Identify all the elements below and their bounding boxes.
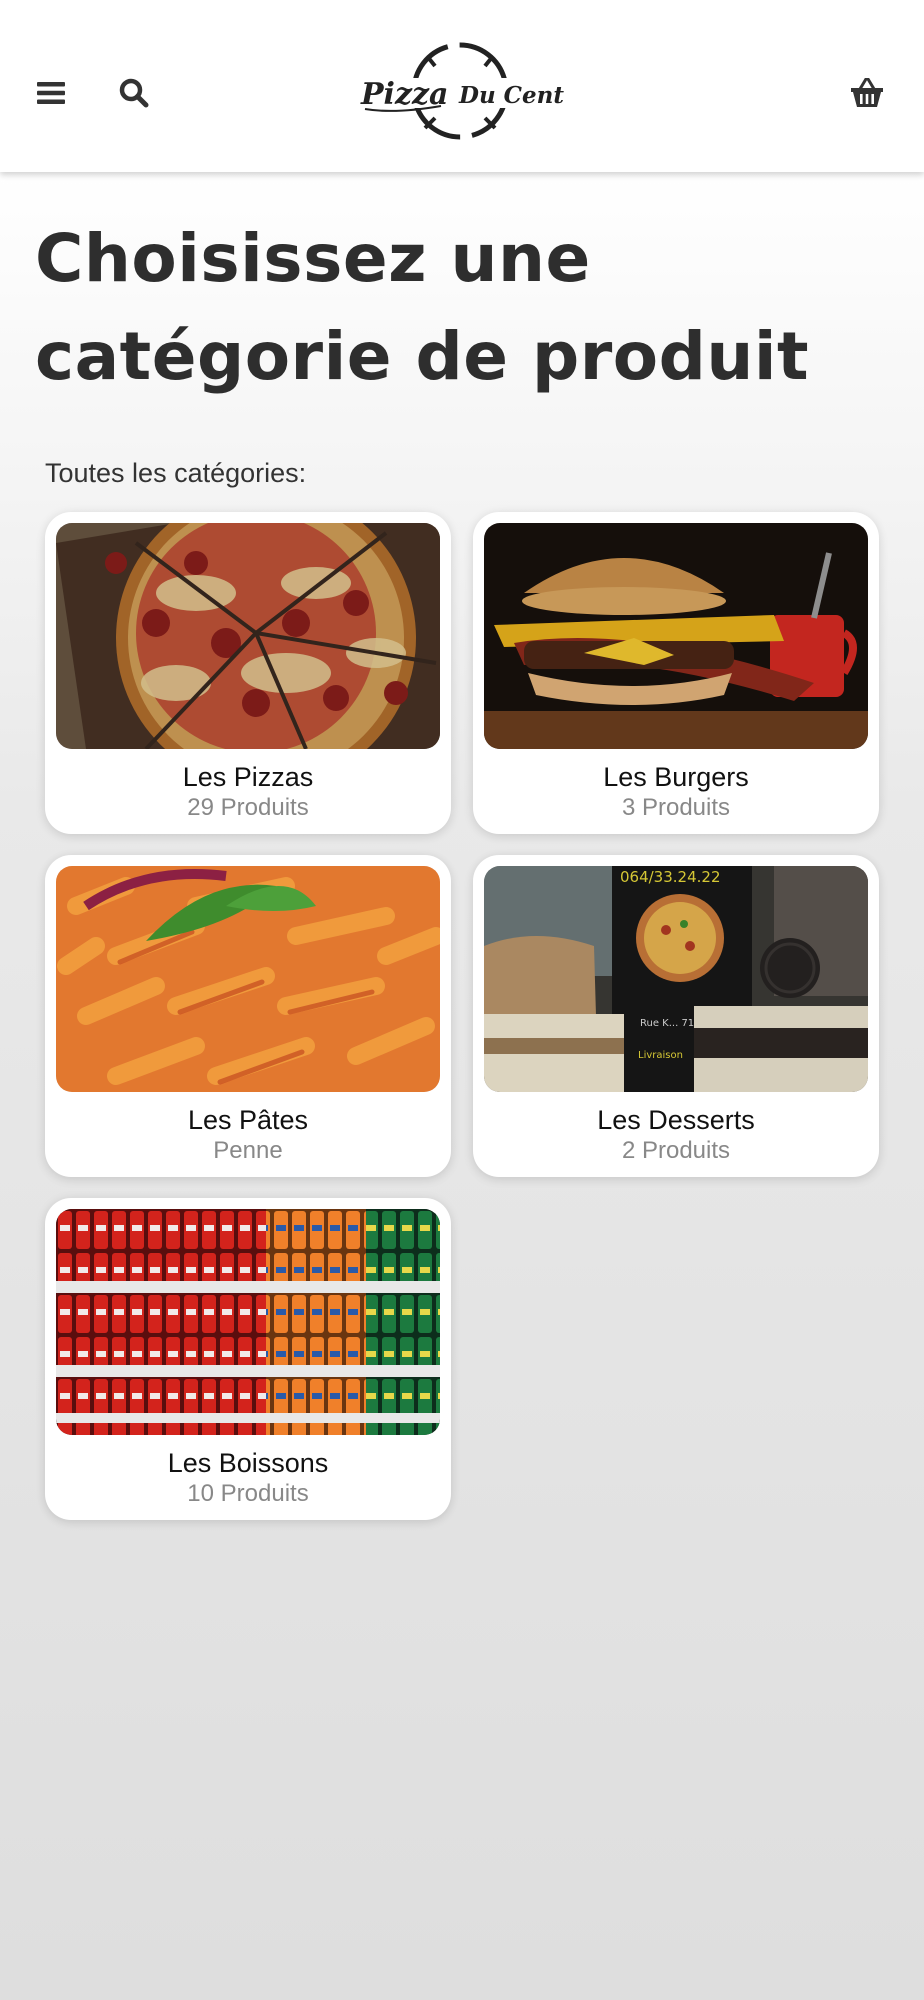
category-card-boissons[interactable]: Les Boissons 10 Produits (45, 1198, 451, 1520)
category-product-count: 2 Produits (621, 1137, 731, 1164)
section-label: Toutes les catégories: (45, 458, 307, 488)
svg-text:Du Centre: Du Centre (458, 82, 565, 109)
hamburger-menu-icon[interactable] (29, 71, 73, 115)
pizza-du-centre-logo[interactable]: Pizza Du Centre (355, 36, 591, 146)
dessert-photo: 064/33.24.22 Rue K... 7100 La L... Livra… (484, 866, 868, 1092)
category-title: Les Pâtes (187, 1105, 309, 1135)
app-header: Pizza Du Centre (0, 0, 924, 172)
drinks-photo (56, 1209, 440, 1435)
category-card-burgers[interactable]: Les Burgers 3 Produits (473, 512, 879, 834)
burger-photo (484, 523, 868, 749)
category-card-pizzas[interactable]: Les Pizzas 29 Produits (45, 512, 451, 834)
category-title: Les Desserts (597, 1105, 755, 1135)
category-product-count: 10 Produits (187, 1480, 309, 1507)
category-card-pates[interactable]: Les Pâtes Penne (45, 855, 451, 1177)
category-subtitle: Penne (213, 1137, 283, 1164)
category-card-desserts[interactable]: 064/33.24.22 Rue K... 7100 La L... Livra… (473, 855, 879, 1177)
page-title: Choisissez une catégorie de produit (35, 220, 809, 395)
category-title: Les Pizzas (182, 762, 314, 792)
search-icon[interactable] (112, 71, 156, 115)
category-title: Les Burgers (603, 762, 749, 792)
pasta-photo (56, 866, 440, 1092)
category-product-count: 3 Produits (621, 794, 731, 821)
category-title: Les Boissons (167, 1448, 329, 1478)
pizza-photo (56, 523, 440, 749)
basket-icon[interactable] (845, 71, 889, 115)
category-product-count: 29 Produits (187, 794, 309, 821)
